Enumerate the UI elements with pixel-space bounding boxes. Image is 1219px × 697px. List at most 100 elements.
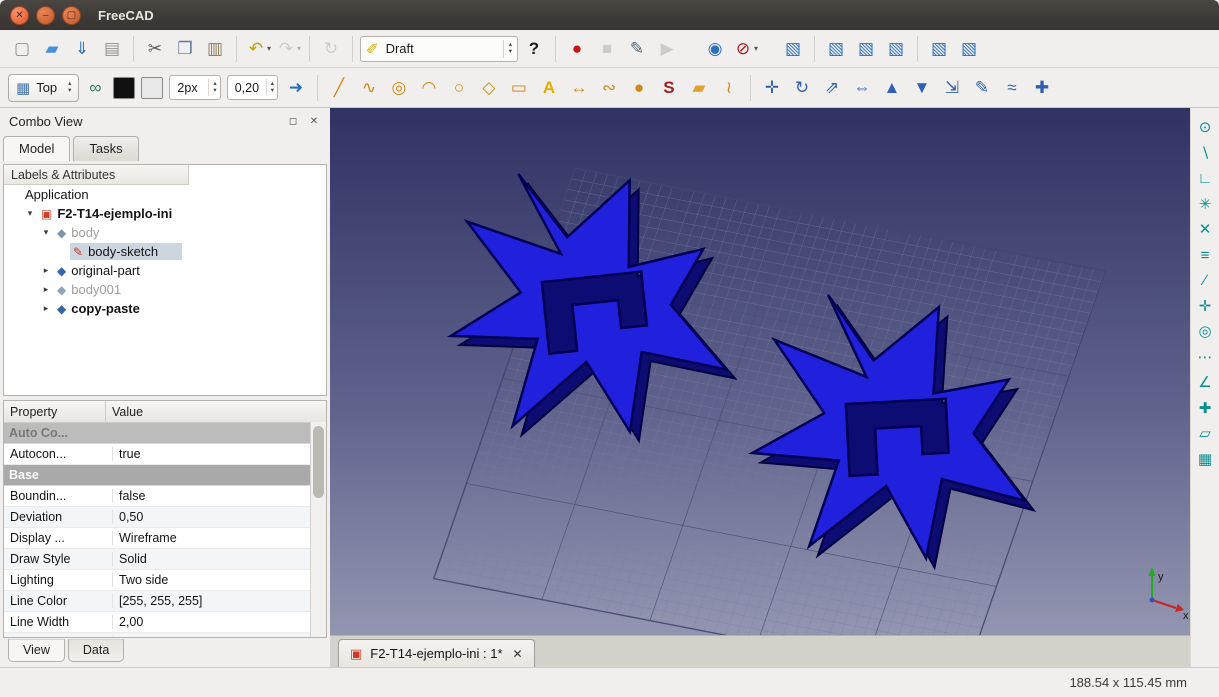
property-scrollbar[interactable]: [310, 422, 326, 637]
property-group-base[interactable]: Base: [4, 465, 311, 486]
panel-float-button[interactable]: ◻: [286, 114, 300, 128]
tab-data[interactable]: Data: [68, 639, 124, 662]
draft-upgrade-button[interactable]: ▲: [878, 73, 906, 103]
3d-viewport[interactable]: x y: [330, 108, 1190, 635]
working-plane-spin-arrows[interactable]: ▴▾: [68, 81, 71, 95]
property-row-draw-style[interactable]: Draw StyleSolid: [4, 549, 311, 570]
draft-ellipse-button[interactable]: ○: [445, 73, 473, 103]
draft-bspline-button[interactable]: ∾: [595, 73, 623, 103]
draft-move-button[interactable]: ✛: [758, 73, 786, 103]
new-document-button[interactable]: ▢: [8, 34, 36, 64]
snap-endpoint-button[interactable]: ∖: [1193, 143, 1217, 164]
draft-text-button[interactable]: A: [535, 73, 563, 103]
draft-bezcurve-button[interactable]: ≀: [715, 73, 743, 103]
draw-style-button[interactable]: ⊘▾: [731, 34, 759, 64]
view-top-button[interactable]: ▧: [852, 34, 880, 64]
draft-dimension-button[interactable]: ↔: [565, 73, 593, 103]
draw-style-dropdown-arrow[interactable]: ▾: [754, 44, 758, 53]
draft-wire-button[interactable]: ∿: [355, 73, 383, 103]
draft-downgrade-button[interactable]: ▼: [908, 73, 936, 103]
line-color-swatch[interactable]: [113, 77, 135, 99]
tree-item-copy-paste[interactable]: ▸◆copy-paste: [4, 299, 326, 318]
snap-near-button[interactable]: ⋯: [1193, 347, 1217, 368]
property-row-boundin[interactable]: Boundin...false: [4, 486, 311, 507]
window-minimize-button[interactable]: –: [36, 6, 55, 25]
redo-dropdown-arrow[interactable]: ▾: [297, 44, 301, 53]
property-row-display[interactable]: Display ...Wireframe: [4, 528, 311, 549]
tree-expand-arrow[interactable]: ▸: [40, 284, 52, 295]
draft-circle-button[interactable]: ◎: [385, 73, 413, 103]
property-group-auto-co[interactable]: Auto Co...: [4, 423, 311, 444]
document-tab-close-icon[interactable]: ✕: [513, 647, 523, 661]
draft-edit-button[interactable]: ✎: [968, 73, 996, 103]
property-row-line-color[interactable]: Line Color[255, 255, 255]: [4, 591, 311, 612]
draft-shapestring-button[interactable]: S: [655, 73, 683, 103]
save-document-button[interactable]: ⇓: [68, 34, 96, 64]
snap-working-plane-button[interactable]: ▱: [1193, 423, 1217, 444]
draft-trimex-button[interactable]: ⇔: [848, 73, 876, 103]
print-document-button[interactable]: ▤: [98, 34, 126, 64]
draft-rectangle-button[interactable]: ▭: [505, 73, 533, 103]
window-close-button[interactable]: ✕: [10, 6, 29, 25]
zoom-fit-all-button[interactable]: ◉: [701, 34, 729, 64]
draft-arc-button[interactable]: ◠: [415, 73, 443, 103]
view-rear-button[interactable]: ▧: [925, 34, 953, 64]
apply-style-button[interactable]: ➜: [282, 73, 310, 103]
tree-expand-arrow[interactable]: ▾: [24, 208, 36, 219]
working-plane-selector[interactable]: ▦Top▴▾: [8, 74, 79, 102]
redo-button[interactable]: ↷▾: [274, 34, 302, 64]
snap-ortho-button[interactable]: ∠: [1193, 372, 1217, 393]
property-row-point-c[interactable]: Point C...[255, 255, 255]: [4, 633, 311, 638]
tab-model[interactable]: Model: [3, 136, 70, 161]
whats-this-button[interactable]: ?: [520, 34, 548, 64]
tree-item-f2-t14-ejemplo-ini[interactable]: ▾▣F2-T14-ejemplo-ini: [4, 204, 326, 223]
property-row-deviation[interactable]: Deviation0,50: [4, 507, 311, 528]
tree-item-original-part[interactable]: ▸◆original-part: [4, 261, 326, 280]
macro-edit-button[interactable]: ✎: [623, 34, 651, 64]
macro-execute-button[interactable]: ▶: [653, 34, 681, 64]
snap-extension-button[interactable]: ∕: [1193, 270, 1217, 291]
workbench-selector[interactable]: ✐Draft▴▾: [360, 36, 518, 62]
property-row-lighting[interactable]: LightingTwo side: [4, 570, 311, 591]
tree-expand-arrow[interactable]: ▾: [40, 227, 52, 238]
face-color-swatch[interactable]: [141, 77, 163, 99]
snap-midpoint-button[interactable]: ∟: [1193, 168, 1217, 189]
snap-angle-button[interactable]: ✳: [1193, 194, 1217, 215]
construction-mode-button[interactable]: ∞: [81, 73, 109, 103]
line-width-spinbox[interactable]: 2px▴▾: [169, 75, 220, 100]
view-right-button[interactable]: ▧: [882, 34, 910, 64]
workbench-spin-arrows[interactable]: ▴▾: [503, 40, 512, 58]
window-maximize-button[interactable]: ▢: [62, 6, 81, 25]
draft-wire-to-bspline-button[interactable]: ≈: [998, 73, 1026, 103]
snap-dimensions-button[interactable]: ✚: [1193, 398, 1217, 419]
open-document-button[interactable]: ▰: [38, 34, 66, 64]
line-width-arrows[interactable]: ▴▾: [208, 79, 216, 96]
title-bar[interactable]: ✕ – ▢ FreeCAD: [0, 0, 1219, 30]
snap-center-button[interactable]: ◎: [1193, 321, 1217, 342]
text-size-arrows[interactable]: ▴▾: [266, 79, 274, 96]
view-front-button[interactable]: ▧: [822, 34, 850, 64]
text-size-spinbox[interactable]: 0,20▴▾: [227, 75, 278, 100]
tree-item-body[interactable]: ▾◆body: [4, 223, 326, 242]
draft-rotate-button[interactable]: ↻: [788, 73, 816, 103]
refresh-button[interactable]: ↻: [317, 34, 345, 64]
toggle-grid-button[interactable]: ▦: [1193, 449, 1217, 470]
draft-facebinder-button[interactable]: ▰: [685, 73, 713, 103]
view-isometric-button[interactable]: ▧: [779, 34, 807, 64]
draft-polygon-button[interactable]: ◇: [475, 73, 503, 103]
tree-item-application[interactable]: Application: [4, 185, 326, 204]
macro-record-button[interactable]: ●: [563, 34, 591, 64]
tab-tasks[interactable]: Tasks: [73, 136, 138, 161]
tree-item-body-sketch[interactable]: ✎body-sketch: [4, 242, 326, 261]
panel-close-button[interactable]: ✕: [307, 114, 321, 128]
draft-line-button[interactable]: ╱: [325, 73, 353, 103]
scrollbar-thumb[interactable]: [313, 426, 324, 498]
cut-button[interactable]: ✂: [141, 34, 169, 64]
property-row-autocon[interactable]: Autocon...true: [4, 444, 311, 465]
draft-scale-button[interactable]: ⇲: [938, 73, 966, 103]
view-bottom-button[interactable]: ▧: [955, 34, 983, 64]
property-row-line-width[interactable]: Line Width2,00: [4, 612, 311, 633]
snap-intersection-button[interactable]: ✕: [1193, 219, 1217, 240]
snap-lock-button[interactable]: ⊙: [1193, 117, 1217, 138]
draft-add-point-button[interactable]: ✚: [1028, 73, 1056, 103]
